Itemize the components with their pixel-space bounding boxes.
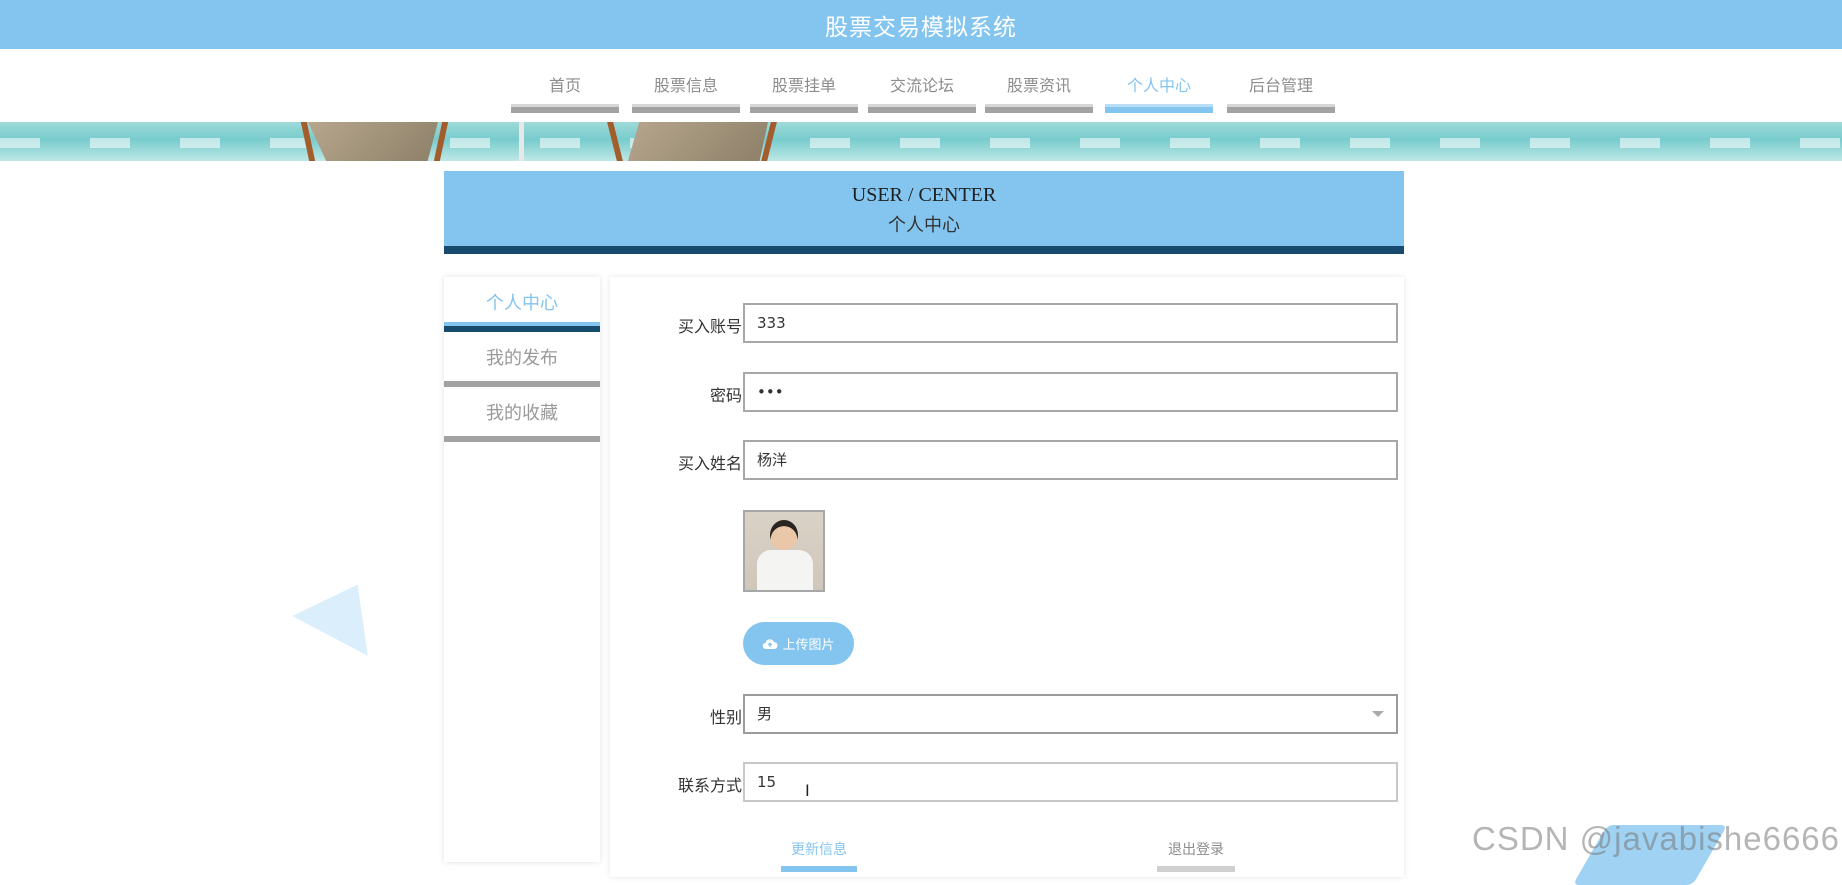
site-title: 股票交易模拟系统 [825,14,1017,41]
sidebar-item-user-center[interactable]: 个人中心 [444,277,600,332]
nav-item-label: 个人中心 [1126,76,1191,95]
account-label: 买入账号 [677,317,742,336]
nav-item-forum[interactable]: 交流论坛 [868,49,976,113]
sidebar-item-underline [444,322,600,332]
avatar [743,510,825,592]
beach-chair [628,122,768,161]
nav-item-label: 股票信息 [653,76,718,95]
password-label: 密码 [709,386,742,405]
nav-item-user-center[interactable]: 个人中心 [1105,49,1213,113]
sidebar: 个人中心 我的发布 我的收藏 [444,277,600,862]
name-input[interactable]: 杨洋 [743,440,1398,480]
sidebar-item-label: 个人中心 [486,293,558,314]
contact-value: 15 [757,773,777,791]
password-input[interactable]: ••• [743,372,1398,412]
avatar-figure-body [757,550,813,590]
nav-item-underline [1105,104,1213,113]
page-heading-en: USER / CENTER [851,184,997,206]
beach-banner [0,122,1842,161]
nav-item-label: 股票挂单 [771,76,836,95]
update-info-label: 更新信息 [791,842,847,858]
gender-value: 男 [757,705,773,723]
umbrella-pole [519,122,524,161]
sidebar-item-underline [444,436,600,442]
nav-item-stock-news[interactable]: 股票资讯 [985,49,1093,113]
account-input[interactable]: 333 [743,303,1398,343]
nav-item-stock-info[interactable]: 股票信息 [632,49,740,113]
gender-label: 性别 [709,708,742,727]
update-info-underline [781,866,857,872]
gender-select[interactable]: 男 [743,694,1398,734]
profile-form: 买入账号 333 密码 ••• 买入姓名 杨洋 上传图片 性别 男 联系方式 1… [610,277,1404,877]
sidebar-item-label: 我的发布 [486,348,558,369]
nav-item-stock-orders[interactable]: 股票挂单 [750,49,858,113]
decorative-triangle [289,584,368,666]
avatar-figure-head [770,520,798,550]
upload-button-label: 上传图片 [782,637,835,652]
top-header: 股票交易模拟系统 [0,0,1842,49]
contact-label: 联系方式 [677,776,742,795]
logout-underline [1157,866,1235,872]
nav-item-label: 股票资讯 [1006,76,1071,95]
contact-row: 联系方式 15 Ⅰ [610,762,1404,802]
text-cursor-icon: Ⅰ [805,781,810,800]
page-heading: USER / CENTER 个人中心 [444,171,1404,254]
nav-item-admin[interactable]: 后台管理 [1227,49,1335,113]
update-info-button[interactable]: 更新信息 [781,839,857,872]
main-nav: 首页 股票信息 股票挂单 交流论坛 股票资讯 个人中心 后台管理 [0,49,1842,122]
cloud-upload-icon [763,638,778,649]
name-row: 买入姓名 杨洋 [610,440,1404,480]
gender-row: 性别 男 [610,694,1404,734]
name-label: 买入姓名 [677,454,742,473]
contact-input[interactable]: 15 Ⅰ [743,762,1398,802]
nav-item-underline [511,104,619,113]
nav-item-underline [632,104,740,113]
banner-wave [0,138,1842,148]
account-row: 买入账号 333 [610,303,1404,343]
page-heading-cn: 个人中心 [888,215,960,236]
logout-label: 退出登录 [1168,842,1224,858]
logout-button[interactable]: 退出登录 [1157,839,1235,872]
beach-chair [308,122,438,161]
nav-item-underline [868,104,976,113]
nav-item-underline [1227,104,1335,113]
nav-item-underline [985,104,1093,113]
page-heading-underline [444,246,1404,254]
sidebar-item-label: 我的收藏 [486,403,558,424]
password-row: 密码 ••• [610,372,1404,412]
nav-item-label: 交流论坛 [889,76,954,95]
nav-item-underline [750,104,858,113]
sidebar-item-my-favorites[interactable]: 我的收藏 [444,387,600,442]
nav-item-label: 首页 [548,76,581,95]
upload-image-button[interactable]: 上传图片 [743,622,854,665]
nav-item-home[interactable]: 首页 [511,49,619,113]
sidebar-item-my-posts[interactable]: 我的发布 [444,332,600,387]
nav-item-label: 后台管理 [1248,76,1313,95]
chevron-down-icon [1372,711,1384,717]
watermark: CSDN @javabishe6666 [1472,820,1841,857]
